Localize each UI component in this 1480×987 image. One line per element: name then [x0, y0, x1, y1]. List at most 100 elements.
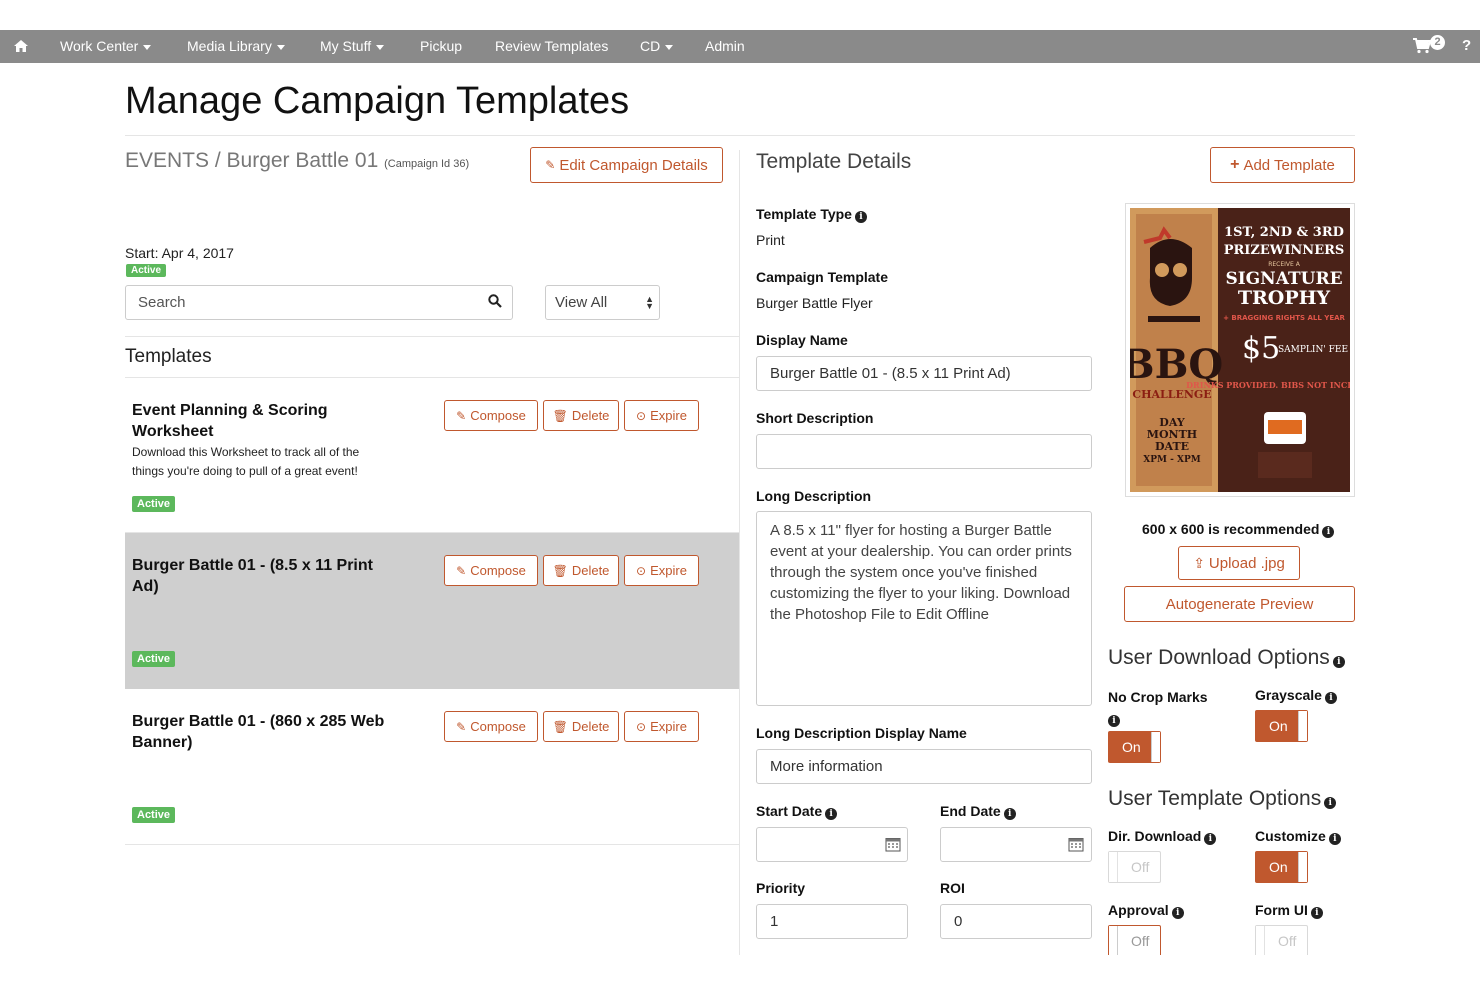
- template-details-heading: Template Details: [756, 150, 912, 173]
- search-input[interactable]: Search: [125, 285, 513, 320]
- templates-heading: Templates: [125, 346, 212, 367]
- poster-line6: + BRAGGING RIGHTS ALL YEAR: [1223, 314, 1345, 322]
- expire-button[interactable]: ⊙ Expire: [624, 400, 699, 431]
- info-icon[interactable]: i: [1322, 526, 1335, 538]
- download-options-heading: User Download Options i: [1108, 646, 1345, 670]
- edit-campaign-label: Edit Campaign Details: [559, 156, 708, 174]
- upload-icon: ⇪: [1193, 554, 1205, 571]
- short-description-label: Short Description: [756, 410, 874, 426]
- info-icon[interactable]: i: [1003, 808, 1016, 820]
- nav-cd-label: CD: [640, 38, 661, 54]
- template-type-label: Template Type i: [756, 206, 867, 223]
- compose-button[interactable]: ✎ Compose: [444, 711, 538, 742]
- add-template-button[interactable]: + Add Template: [1210, 147, 1355, 183]
- compose-label: Compose: [470, 563, 526, 578]
- form-ui-toggle[interactable]: Off: [1255, 925, 1308, 957]
- plus-icon: +: [1230, 156, 1240, 173]
- info-icon[interactable]: i: [1324, 692, 1337, 704]
- no-crop-marks-toggle[interactable]: On: [1108, 731, 1161, 763]
- toggle-state: On: [1269, 859, 1288, 875]
- long-description-textarea[interactable]: A 8.5 x 11" flyer for hosting a Burger B…: [756, 511, 1092, 706]
- compose-button[interactable]: ✎ Compose: [444, 400, 538, 431]
- delete-button[interactable]: 🗑 Delete: [543, 400, 619, 431]
- home-icon[interactable]: [13, 38, 29, 54]
- help-button[interactable]: ?: [1462, 37, 1471, 54]
- status-badge: Active: [126, 264, 167, 277]
- poster-line2: PRIZEWINNERS: [1224, 243, 1345, 258]
- info-icon[interactable]: i: [1310, 907, 1323, 919]
- expire-label: Expire: [650, 563, 687, 578]
- divider: [125, 844, 739, 845]
- compose-button[interactable]: ✎ Compose: [444, 555, 538, 586]
- info-icon[interactable]: i: [1204, 833, 1217, 845]
- nav-work-center[interactable]: Work Center: [60, 38, 152, 54]
- template-title[interactable]: Burger Battle 01 - (8.5 x 11 Print Ad): [132, 555, 402, 597]
- delete-button[interactable]: 🗑 Delete: [543, 711, 619, 742]
- info-icon[interactable]: i: [825, 808, 838, 820]
- download-options-heading-text: User Download Options: [1108, 646, 1330, 669]
- customize-label: Customize i: [1255, 828, 1341, 845]
- no-crop-marks-label-text: No Crop Marks: [1108, 689, 1208, 705]
- nav-media-library-label: Media Library: [187, 38, 272, 54]
- expire-button[interactable]: ⊙ Expire: [624, 555, 699, 586]
- campaign-id: (Campaign Id 36): [384, 158, 470, 170]
- template-options-heading-text: User Template Options: [1108, 787, 1322, 810]
- nav-my-stuff-label: My Stuff: [320, 38, 372, 54]
- page-bottom-edge: [0, 955, 1480, 987]
- delete-label: Delete: [571, 563, 610, 578]
- expire-button[interactable]: ⊙ Expire: [624, 711, 699, 742]
- recommend-text: 600 x 600 is recommended: [1142, 521, 1320, 537]
- calendar-icon[interactable]: [1068, 836, 1084, 852]
- template-title[interactable]: Burger Battle 01 - (860 x 285 Web Banner…: [132, 711, 402, 753]
- display-name-input[interactable]: Burger Battle 01 - (8.5 x 11 Print Ad): [756, 356, 1092, 391]
- info-icon[interactable]: i: [1324, 797, 1337, 809]
- delete-button[interactable]: 🗑 Delete: [543, 555, 619, 586]
- dir-download-toggle[interactable]: Off: [1108, 851, 1161, 883]
- pencil-icon: ✎: [545, 158, 556, 172]
- grayscale-label-text: Grayscale: [1255, 687, 1322, 703]
- edit-campaign-button[interactable]: ✎ Edit Campaign Details: [530, 147, 723, 183]
- nav-pickup[interactable]: Pickup: [420, 38, 462, 54]
- select-arrows-icon: ▲ ▼: [645, 294, 654, 311]
- roi-input[interactable]: 0: [940, 904, 1092, 939]
- preview-poster-art: BBQ CHALLENGE DAY MONTH DATE XPM - XPM 1…: [1130, 208, 1350, 492]
- toggle-state: On: [1269, 718, 1288, 734]
- template-title[interactable]: Event Planning & Scoring Worksheet: [132, 400, 402, 442]
- calendar-icon[interactable]: [885, 836, 901, 852]
- grayscale-toggle[interactable]: On: [1255, 710, 1308, 742]
- info-icon[interactable]: i: [854, 211, 867, 223]
- long-description-display-input[interactable]: More information: [756, 749, 1092, 784]
- delete-label: Delete: [571, 408, 610, 423]
- short-description-input[interactable]: [756, 434, 1092, 469]
- approval-toggle[interactable]: Off: [1108, 925, 1161, 957]
- customize-toggle[interactable]: On: [1255, 851, 1308, 883]
- nav-admin[interactable]: Admin: [705, 38, 745, 54]
- autogenerate-preview-button[interactable]: Autogenerate Preview: [1124, 586, 1355, 622]
- no-crop-marks-label: No Crop Marks i: [1108, 687, 1208, 729]
- upload-jpg-button[interactable]: ⇪ Upload .jpg: [1178, 546, 1300, 580]
- info-icon[interactable]: i: [1108, 715, 1120, 727]
- start-date-label: Start Date i: [756, 803, 838, 820]
- approval-label-text: Approval: [1108, 902, 1169, 918]
- divider: [125, 377, 739, 378]
- cart-icon[interactable]: [1413, 38, 1431, 54]
- nav-my-stuff[interactable]: My Stuff: [320, 38, 385, 54]
- nav-cd[interactable]: CD: [640, 38, 674, 54]
- priority-input[interactable]: 1: [756, 904, 908, 939]
- nav-review-templates[interactable]: Review Templates: [495, 38, 608, 54]
- status-badge: Active: [132, 651, 176, 667]
- search-icon[interactable]: [488, 294, 502, 308]
- toggle-state: Off: [1131, 859, 1150, 875]
- form-ui-label-text: Form UI: [1255, 902, 1308, 918]
- chevron-down-icon: [143, 44, 152, 50]
- chevron-down-icon: [376, 44, 385, 50]
- info-icon[interactable]: i: [1171, 907, 1184, 919]
- info-icon[interactable]: i: [1328, 833, 1341, 845]
- view-filter-select[interactable]: View All ▲ ▼: [545, 285, 660, 320]
- template-description: Download this Worksheet to track all of …: [132, 445, 360, 478]
- nav-media-library[interactable]: Media Library: [187, 38, 285, 54]
- info-icon[interactable]: i: [1332, 656, 1345, 668]
- upload-label: Upload .jpg: [1208, 554, 1285, 572]
- form-ui-label: Form UI i: [1255, 902, 1323, 919]
- poster-time-text: XPM - XPM: [1143, 455, 1200, 465]
